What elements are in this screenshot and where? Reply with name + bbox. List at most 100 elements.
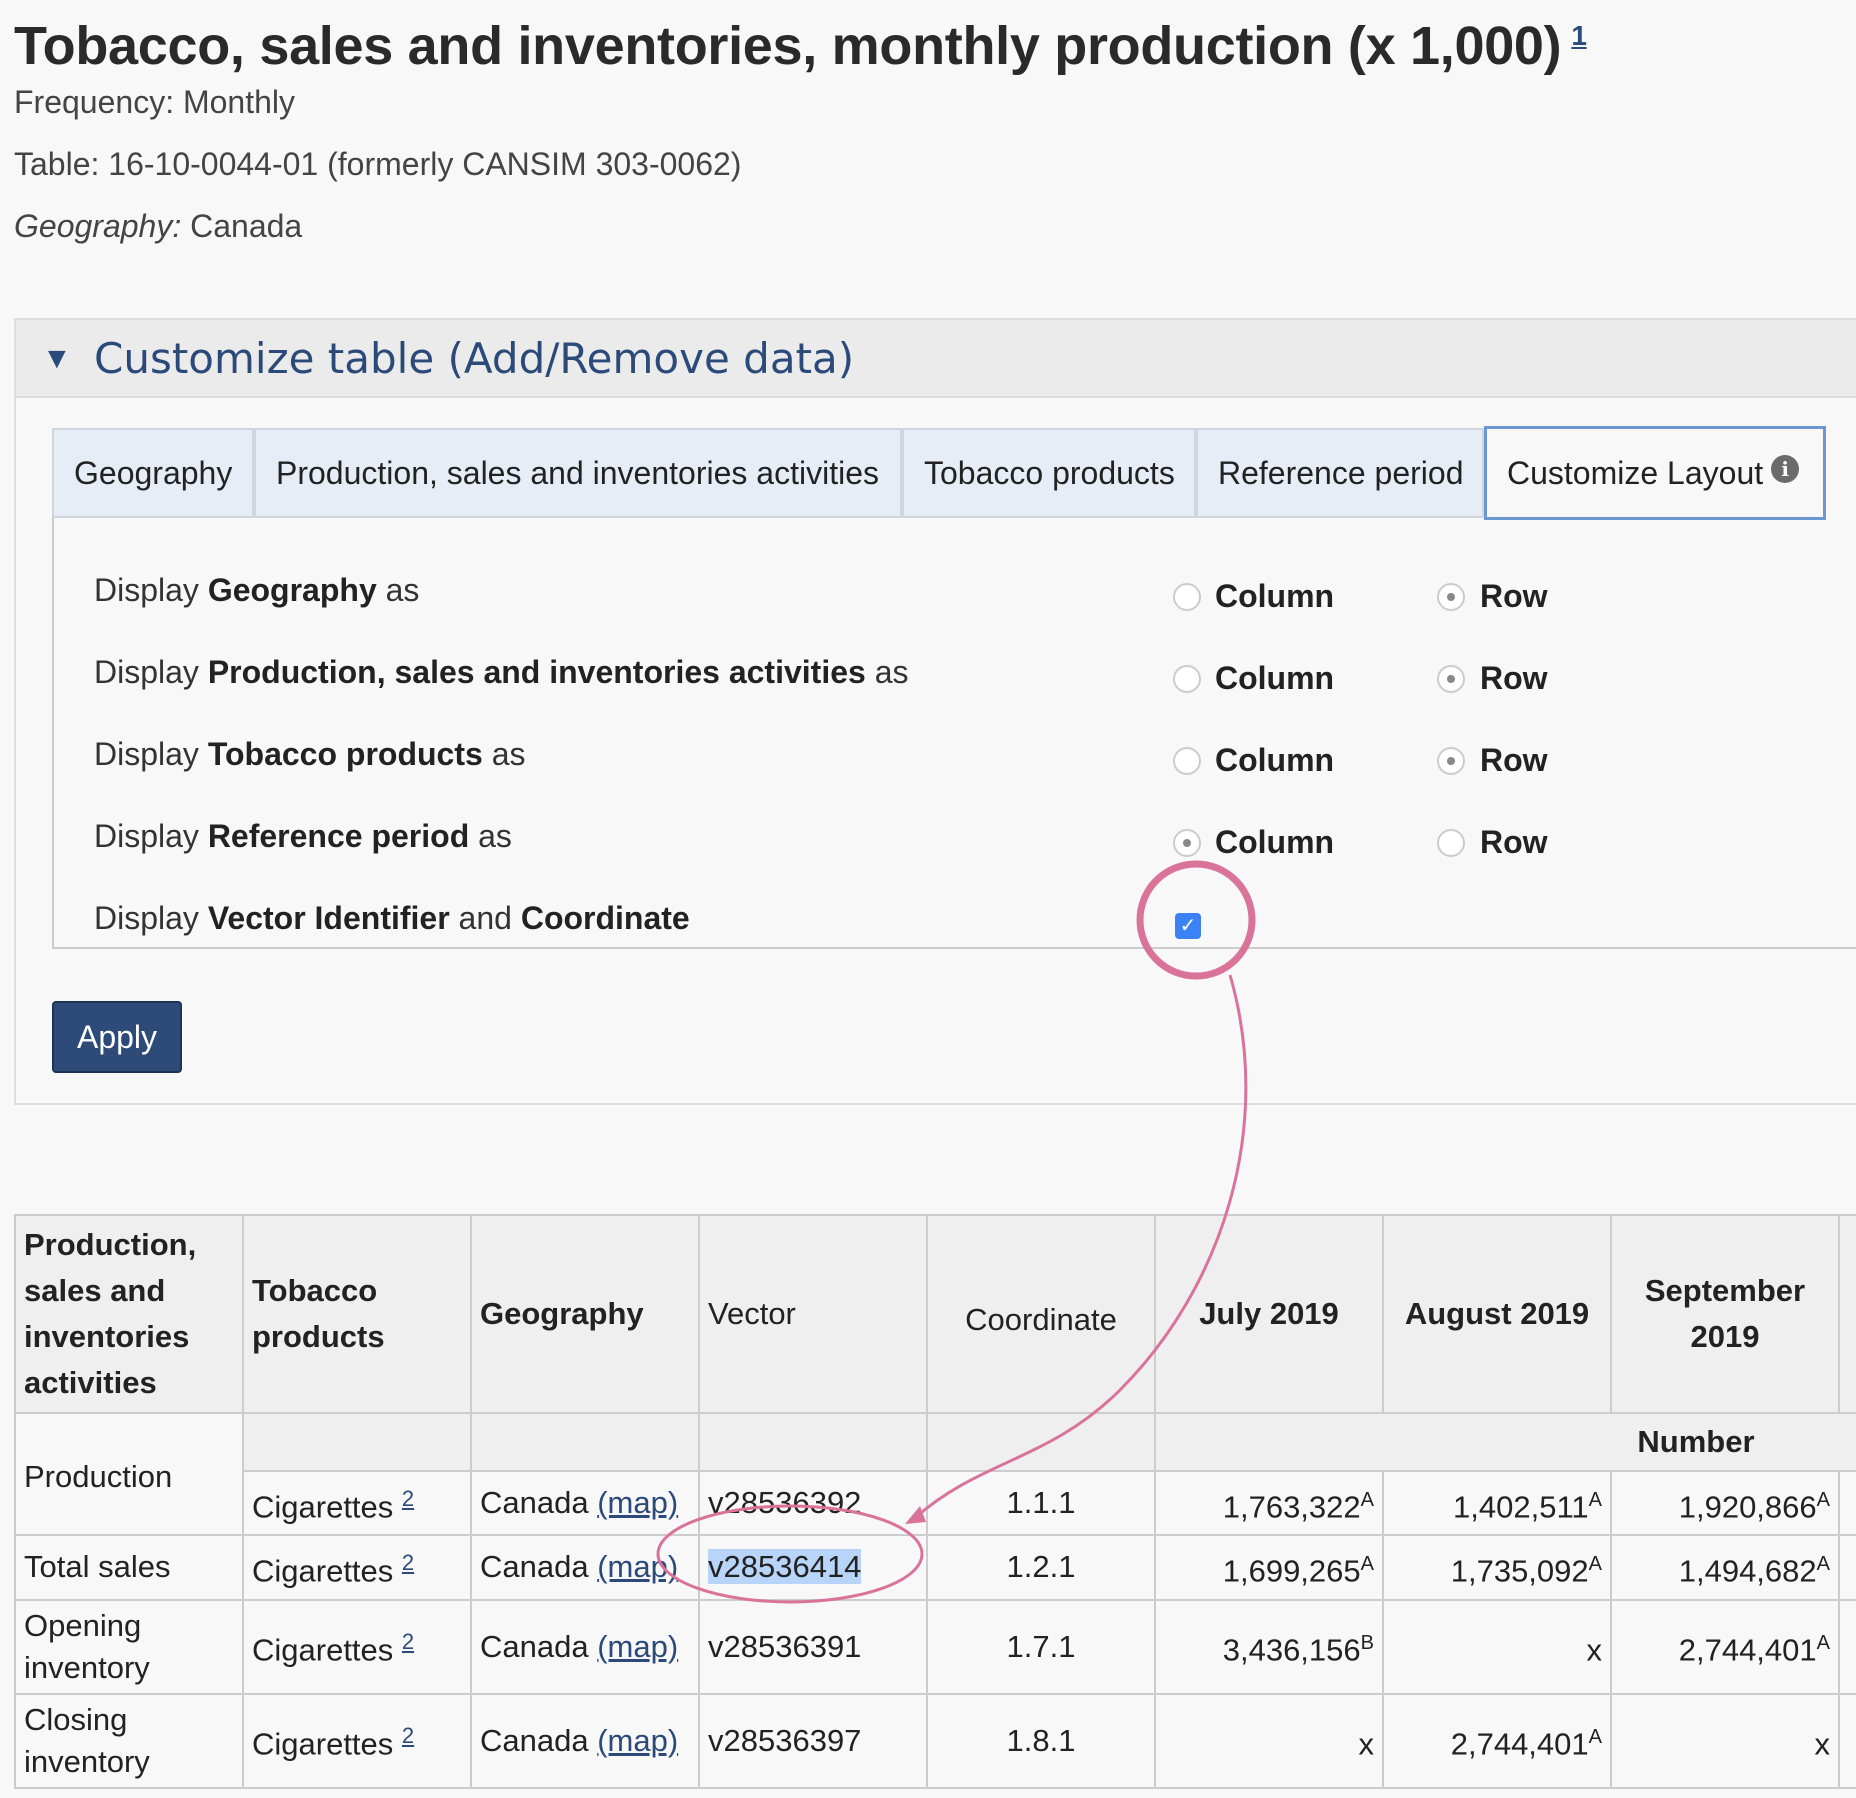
cell-geography: Canada (map)	[470, 1534, 700, 1601]
value: 1,763,322	[1222, 1488, 1361, 1524]
cell-coordinate: 1.8.1	[926, 1692, 1156, 1789]
cell-product: Cigarettes 2	[242, 1598, 472, 1695]
cell-activity: Total sales	[14, 1534, 244, 1601]
display-prefix: Display	[94, 900, 199, 936]
display-prefix: Display	[94, 572, 199, 608]
reference-period-column-radio[interactable]	[1173, 829, 1201, 857]
footnote-link[interactable]: 2	[402, 1550, 414, 1575]
cell-august: 1,735,092A	[1382, 1534, 1612, 1601]
tab-activities[interactable]: Production, sales and inventories activi…	[254, 428, 902, 518]
tab-reference-period[interactable]: Reference period	[1196, 428, 1484, 518]
apply-button[interactable]: Apply	[52, 1001, 182, 1073]
customize-panel-title[interactable]: Customize table (Add/Remove data)	[94, 334, 854, 383]
value: 1,494,682	[1678, 1553, 1817, 1589]
cell-coordinate: 1.1.1	[926, 1469, 1156, 1537]
cell-vector[interactable]: v28536391	[698, 1598, 928, 1695]
product-text: Cigarettes	[252, 1726, 394, 1762]
frequency-label: Frequency:	[14, 84, 175, 120]
cell-product: Cigarettes 2	[242, 1692, 472, 1789]
cell-september: 2,744,401A	[1610, 1598, 1840, 1695]
header-vector: Vector	[698, 1214, 928, 1414]
cell-july: 3,436,156B	[1154, 1598, 1384, 1695]
frequency-line: Frequency: Monthly	[14, 84, 295, 121]
dimension-name: Production, sales and inventories activi…	[207, 654, 866, 690]
quality-flag: A	[1816, 1488, 1830, 1511]
customize-panel-header[interactable]: ▼ Customize table (Add/Remove data)	[16, 320, 1856, 398]
tab-customize-layout[interactable]: Customize Layout i	[1484, 426, 1826, 520]
cell-july: 1,699,265A	[1154, 1534, 1384, 1601]
cell-coordinate: 1.2.1	[926, 1534, 1156, 1601]
quality-flag: A	[1588, 1488, 1602, 1511]
cell-activity: Production	[14, 1411, 244, 1537]
quality-flag: A	[1360, 1552, 1374, 1575]
cell-vector[interactable]: v28536414	[698, 1534, 928, 1601]
tobacco-column-radio[interactable]	[1173, 747, 1201, 775]
vector-identifier-name: Vector Identifier	[207, 900, 450, 936]
tobacco-row-label[interactable]: Row	[1480, 742, 1548, 779]
header-coordinate: Coordinate	[926, 1214, 1156, 1414]
cell-coordinate: 1.7.1	[926, 1598, 1156, 1695]
geography-row-label[interactable]: Row	[1480, 578, 1548, 615]
tab-geography[interactable]: Geography	[52, 428, 254, 518]
cell-vector[interactable]: v28536397	[698, 1692, 928, 1789]
reference-period-column-label[interactable]: Column	[1215, 824, 1334, 861]
footnote-link[interactable]: 2	[402, 1629, 414, 1654]
map-link[interactable]: (map)	[597, 1485, 678, 1520]
reference-period-row-radio[interactable]	[1437, 829, 1465, 857]
cell-product: Cigarettes 2	[242, 1469, 472, 1537]
cell-activity: Closing inventory	[14, 1692, 244, 1789]
map-link[interactable]: (map)	[597, 1723, 678, 1758]
display-suffix: as	[478, 818, 512, 854]
header-activities: Production, sales and inventories activi…	[14, 1214, 244, 1414]
vector-coordinate-checkbox[interactable]: ✓	[1175, 913, 1201, 939]
value: 1,920,866	[1678, 1488, 1817, 1524]
tab-reference-period-label: Reference period	[1218, 454, 1464, 491]
map-link[interactable]: (map)	[597, 1549, 678, 1584]
cell-july: 1,763,322A	[1154, 1469, 1384, 1537]
collapse-triangle-icon[interactable]: ▼	[42, 342, 72, 376]
activities-row-label[interactable]: Row	[1480, 660, 1548, 697]
coordinate-name: Coordinate	[520, 900, 690, 936]
map-link[interactable]: (map)	[597, 1629, 678, 1664]
activities-column-radio[interactable]	[1173, 665, 1201, 693]
cell-geography: Canada (map)	[470, 1692, 700, 1789]
geo-text: Canada	[480, 1722, 589, 1758]
geography-row-radio[interactable]	[1437, 583, 1465, 611]
dimension-name: Reference period	[207, 818, 470, 854]
highlighted-vector[interactable]: v28536414	[708, 1549, 862, 1585]
value: 2,744,401	[1678, 1632, 1817, 1668]
footnote-link[interactable]: 2	[402, 1486, 414, 1511]
value: 2,744,401	[1450, 1726, 1589, 1762]
display-prefix: Display	[94, 654, 199, 690]
title-footnote-link[interactable]: 1	[1571, 20, 1587, 51]
quality-flag: A	[1588, 1725, 1602, 1748]
units-spacer	[926, 1412, 1156, 1472]
value: 3,436,156	[1222, 1632, 1361, 1668]
activities-row-radio[interactable]	[1437, 665, 1465, 693]
cell-september: 1,494,682A	[1610, 1534, 1840, 1601]
value: x	[1586, 1632, 1603, 1668]
footnote-link[interactable]: 2	[402, 1723, 414, 1748]
display-activities-label: Display Production, sales and inventorie…	[94, 654, 908, 691]
value: 1,699,265	[1222, 1553, 1361, 1589]
tab-tobacco-products[interactable]: Tobacco products	[902, 428, 1196, 518]
cell-vector[interactable]: v28536392	[698, 1469, 928, 1537]
info-icon[interactable]: i	[1771, 455, 1800, 483]
geo-text: Canada	[480, 1485, 589, 1521]
header-geography: Geography	[470, 1214, 700, 1414]
activities-column-label[interactable]: Column	[1215, 660, 1334, 697]
geography-value: Canada	[190, 208, 303, 244]
geography-column-label[interactable]: Column	[1215, 578, 1334, 615]
display-suffix: as	[874, 654, 909, 690]
display-geography-label: Display Geography as	[94, 572, 419, 609]
quality-flag: A	[1360, 1488, 1374, 1511]
tobacco-row-radio[interactable]	[1437, 747, 1465, 775]
tab-tobacco-products-label: Tobacco products	[924, 454, 1175, 491]
geo-text: Canada	[480, 1628, 589, 1664]
tobacco-column-label[interactable]: Column	[1215, 742, 1334, 779]
geography-column-radio[interactable]	[1173, 583, 1201, 611]
quality-flag: A	[1588, 1552, 1602, 1575]
page-title: Tobacco, sales and inventories, monthly …	[14, 4, 1587, 77]
reference-period-row-label[interactable]: Row	[1480, 824, 1548, 861]
product-text: Cigarettes	[252, 1632, 394, 1668]
